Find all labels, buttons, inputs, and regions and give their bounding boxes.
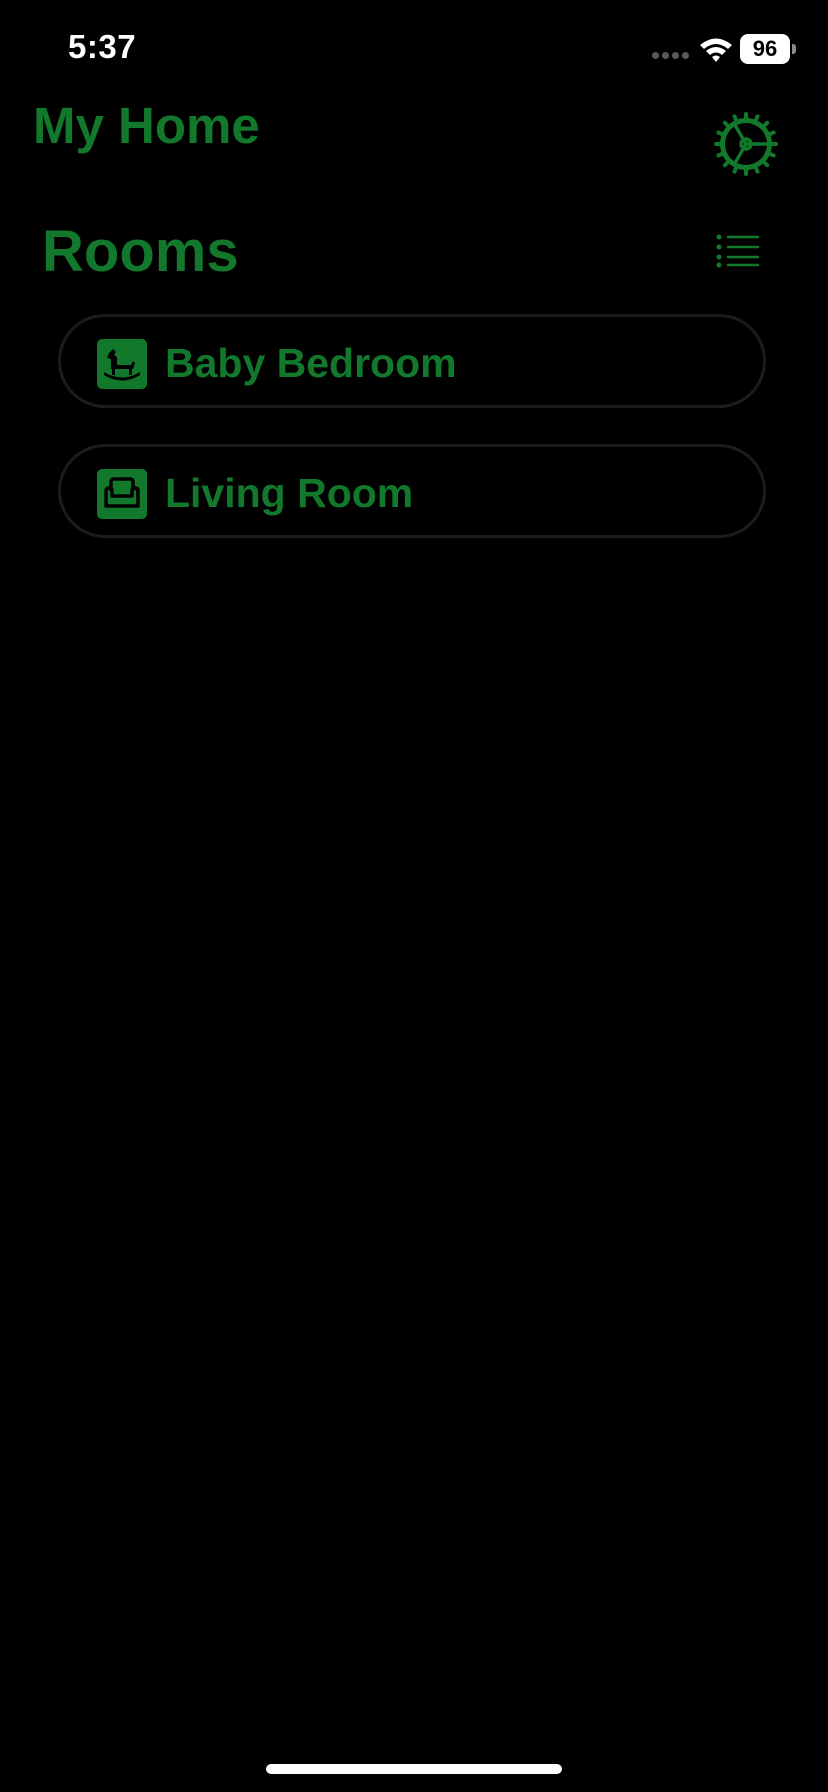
room-label: Baby Bedroom xyxy=(165,340,457,386)
armchair-icon xyxy=(97,469,147,519)
rooms-section-title: Rooms xyxy=(42,219,239,284)
status-bar: 5:37 96 xyxy=(0,0,828,100)
battery-icon: 96 xyxy=(740,34,790,64)
list-view-button[interactable] xyxy=(716,234,760,268)
wifi-icon xyxy=(700,38,732,62)
room-card-living-room[interactable]: Living Room xyxy=(58,444,766,538)
list-icon xyxy=(716,234,760,268)
room-card-baby-bedroom[interactable]: Baby Bedroom xyxy=(58,314,766,408)
room-label: Living Room xyxy=(165,470,414,516)
battery-tip xyxy=(792,44,796,54)
rocking-horse-icon xyxy=(97,339,147,389)
battery-level: 96 xyxy=(752,36,778,61)
gear-icon xyxy=(714,112,778,176)
page-title: My Home xyxy=(33,97,260,154)
home-indicator[interactable] xyxy=(266,1764,562,1774)
status-time: 5:37 xyxy=(68,28,137,65)
settings-button[interactable] xyxy=(714,112,778,176)
signal-dots-icon xyxy=(652,52,689,59)
